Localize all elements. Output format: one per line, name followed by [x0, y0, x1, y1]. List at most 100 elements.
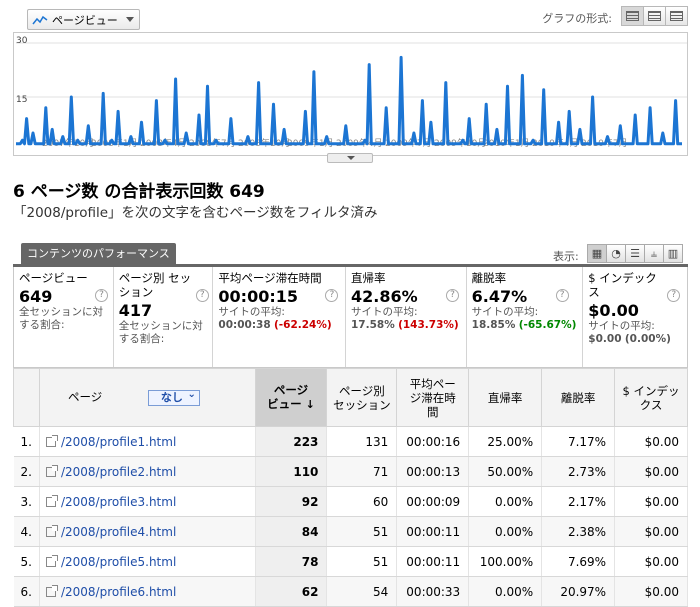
- index-cell: $0.00: [614, 516, 688, 547]
- avg-time-cell: 00:00:16: [396, 426, 470, 457]
- help-icon[interactable]: ?: [555, 289, 569, 302]
- external-link-icon[interactable]: [45, 494, 58, 507]
- page-link[interactable]: /2008/profile3.html: [61, 495, 176, 509]
- delta: (143.73%): [398, 319, 459, 331]
- scorecard-value: 00:00:15: [218, 287, 298, 306]
- pivot-view-button[interactable]: ▥: [663, 244, 683, 263]
- scorecard-sub: サイトの平均:: [351, 306, 418, 318]
- scorecard-bounce: 直帰率 42.86% サイトの平均: 17.58% (143.73%) ?: [346, 267, 467, 367]
- exit-cell: 20.97%: [541, 576, 616, 607]
- page-link[interactable]: /2008/profile2.html: [61, 465, 176, 479]
- col-header-sessions[interactable]: ページ別 セッション: [326, 368, 398, 427]
- help-icon[interactable]: ?: [95, 289, 108, 302]
- help-icon[interactable]: ?: [446, 289, 459, 302]
- pageviews-chart[interactable]: 2007年10月 2008年1月 2008年4月 2008年7月 2008年10月 200…: [13, 32, 688, 156]
- page-link[interactable]: /2008/profile5.html: [61, 555, 176, 569]
- help-icon[interactable]: ?: [195, 289, 209, 302]
- calendar-week-icon: [648, 11, 661, 21]
- sessions-cell: 60: [326, 486, 398, 517]
- bounce-cell: 25.00%: [468, 426, 543, 457]
- graph-week-button[interactable]: [643, 6, 666, 26]
- external-link-icon[interactable]: [45, 584, 58, 597]
- scorecard-sub: する割合:: [19, 319, 65, 331]
- delta: (-65.67%): [518, 319, 577, 331]
- table-view-button[interactable]: ▦: [587, 244, 607, 263]
- table-row: 4. /2008/profile4.html 84 51 00:00:11 0.…: [13, 516, 688, 547]
- table-row: 5. /2008/profile5.html 78 51 00:00:11 10…: [13, 546, 688, 577]
- calendar-month-icon: [670, 11, 683, 21]
- row-number: 5.: [13, 546, 40, 577]
- col-header-pageviews[interactable]: ページ ビュー ↓: [254, 368, 328, 427]
- row-number: 1.: [13, 426, 40, 457]
- sessions-cell: 131: [326, 426, 398, 457]
- table-header-row: ページ なし ページ ビュー ↓ ページ別 セッション 平均ペー ジ滞在時 間 …: [13, 368, 688, 427]
- sessions-cell: 51: [326, 546, 398, 577]
- sparkline-icon: [32, 15, 48, 24]
- exit-cell: 7.69%: [541, 546, 616, 577]
- page-link[interactable]: /2008/profile1.html: [61, 435, 176, 449]
- content-table: ページ なし ページ ビュー ↓ ページ別 セッション 平均ペー ジ滞在時 間 …: [13, 368, 688, 607]
- col-header-exit[interactable]: 離脱率: [541, 368, 616, 427]
- chevron-down-icon: [347, 156, 355, 160]
- pie-view-button[interactable]: ◔: [606, 244, 626, 263]
- tab-content-performance[interactable]: コンテンツのパフォーマンス: [21, 243, 176, 265]
- index-cell: $0.00: [614, 486, 688, 517]
- page-link[interactable]: /2008/profile6.html: [61, 585, 176, 599]
- y-tick-30: 30: [16, 36, 28, 46]
- row-number: 6.: [13, 576, 40, 607]
- col-header-label: セッション: [333, 397, 391, 412]
- col-header-bounce[interactable]: 直帰率: [468, 368, 543, 427]
- col-header-index: [13, 368, 40, 427]
- comparison-view-button[interactable]: ⫨: [644, 244, 664, 263]
- exit-cell: 7.17%: [541, 426, 616, 457]
- scorecard-sub: サイトの平均:: [471, 306, 539, 318]
- bounce-cell: 0.00%: [468, 486, 543, 517]
- col-header-avg-time[interactable]: 平均ペー ジ滞在時 間: [396, 368, 470, 427]
- col-header-page[interactable]: ページ なし: [38, 368, 256, 427]
- bounce-cell: 0.00%: [468, 576, 543, 607]
- bounce-cell: 100.00%: [468, 546, 543, 577]
- scorecard-label: ページビュー: [19, 271, 88, 285]
- chart-collapse-handle[interactable]: [327, 153, 373, 163]
- pageviews-cell: 78: [255, 546, 328, 577]
- table-row: 3. /2008/profile3.html 92 60 00:00:09 0.…: [13, 486, 688, 517]
- external-link-icon[interactable]: [45, 464, 58, 477]
- exit-cell: 2.17%: [541, 486, 616, 517]
- performance-view-button[interactable]: ☰: [625, 244, 645, 263]
- site-avg: $0.00: [588, 333, 622, 345]
- pageviews-cell: 84: [255, 516, 328, 547]
- page-title: 6 ページ数 の合計表示回数 649: [13, 182, 265, 202]
- sort-down-arrow-icon: ↓: [305, 398, 315, 411]
- pie-chart-icon: ◔: [611, 247, 621, 260]
- external-link-icon[interactable]: [45, 554, 58, 567]
- display-label: 表示:: [553, 250, 579, 263]
- secondary-dimension-dropdown[interactable]: なし: [147, 388, 200, 406]
- col-header-label: クス: [639, 397, 663, 412]
- col-header-label: 間: [426, 404, 439, 419]
- external-link-icon[interactable]: [45, 524, 58, 537]
- page-cell: /2008/profile2.html: [39, 456, 256, 487]
- external-link-icon[interactable]: [45, 434, 58, 447]
- pageviews-cell: 110: [255, 456, 328, 487]
- scorecard-index: $ インデックス $0.00 サイトの平均: $0.00 (0.00%) ?: [583, 267, 687, 367]
- graph-format-label: グラフの形式:: [542, 12, 612, 25]
- avg-time-cell: 00:00:09: [396, 486, 470, 517]
- scorecard-label: ページ別 セッション: [118, 271, 192, 299]
- scorecard-value: 417: [118, 301, 153, 320]
- y-tick-15: 15: [16, 95, 28, 105]
- metric-dropdown[interactable]: ページビュー: [27, 9, 140, 30]
- pivot-icon: ▥: [667, 247, 679, 260]
- delta: (0.00%): [624, 333, 671, 345]
- page-link[interactable]: /2008/profile4.html: [61, 525, 176, 539]
- graph-month-button[interactable]: [665, 6, 688, 26]
- pageviews-cell: 92: [255, 486, 328, 517]
- delta: (-62.24%): [273, 319, 332, 331]
- scorecard-label: 離脱率: [471, 271, 507, 285]
- filter-note: 「2008/profile」を次の文字を含むページ数をフィルタ済み: [13, 205, 378, 221]
- col-header-page-label: ページ: [67, 389, 103, 404]
- compare-icon: ⫨: [650, 246, 658, 260]
- graph-day-button[interactable]: [621, 6, 644, 26]
- bounce-cell: 50.00%: [468, 456, 543, 487]
- col-header-index-value[interactable]: $ インデッ クス: [614, 368, 688, 427]
- col-header-label: 平均ペー: [409, 376, 456, 391]
